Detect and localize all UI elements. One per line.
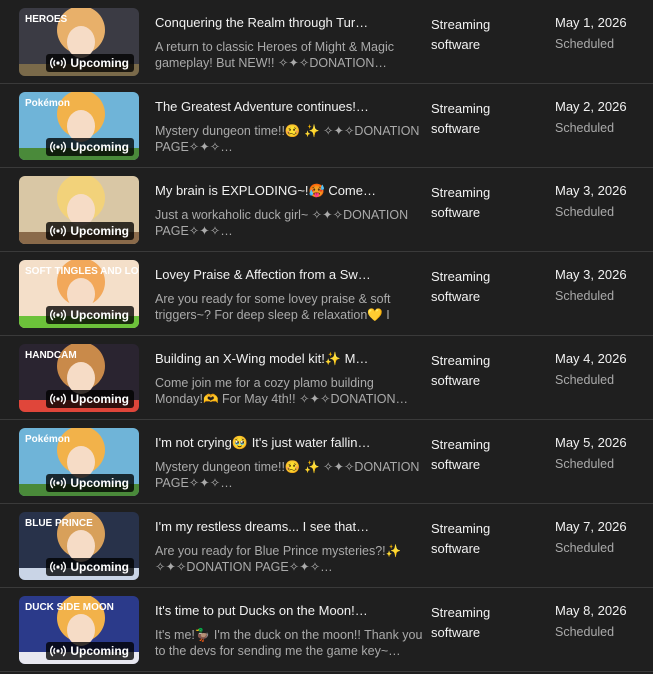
video-description: Mystery dungeon time!!🥴 ✨ ✧✦✧DONATION PA…: [155, 124, 420, 154]
scheduled-date: May 8, 2026: [555, 603, 627, 618]
schedule-status: Scheduled: [555, 373, 615, 387]
badge-label: Upcoming: [70, 644, 129, 658]
scheduled-date: May 3, 2026: [555, 183, 627, 198]
thumbnail-text: Pokémon: [25, 98, 70, 109]
schedule-status: Scheduled: [555, 205, 615, 219]
badge-label: Upcoming: [70, 560, 129, 574]
scheduled-date: May 2, 2026: [555, 99, 627, 114]
video-category: Streaming software: [431, 269, 491, 304]
schedule-status: Scheduled: [555, 457, 615, 471]
video-thumbnail[interactable]: SOFT TINGLES AND LOVEY PRAISE Upcoming: [19, 260, 139, 328]
upcoming-badge: Upcoming: [46, 474, 134, 492]
video-row[interactable]: BLUE PRINCE Upcoming I'm my restless dre…: [0, 504, 653, 588]
scheduled-date: May 7, 2026: [555, 519, 627, 534]
thumbnail-text: DUCK SIDE MOON: [25, 602, 114, 613]
video-description: Just a workaholic duck girl~ ✧✦✧DONATION…: [155, 208, 409, 238]
live-broadcast-icon: [50, 645, 67, 657]
video-row[interactable]: Upcoming My brain is EXPLODING~!🥵 Come… …: [0, 168, 653, 252]
thumbnail-text: Pokémon: [25, 434, 70, 445]
video-category: Streaming software: [431, 185, 491, 220]
live-broadcast-icon: [50, 57, 67, 69]
badge-label: Upcoming: [70, 476, 129, 490]
video-description: Are you ready for some lovey praise & so…: [155, 292, 391, 322]
scheduled-date: May 3, 2026: [555, 267, 627, 282]
video-title[interactable]: My brain is EXPLODING~!🥵 Come…: [155, 183, 405, 199]
scheduled-date: May 1, 2026: [555, 15, 627, 30]
badge-label: Upcoming: [70, 56, 129, 70]
video-description: Mystery dungeon time!!🥴 ✨ ✧✦✧DONATION PA…: [155, 460, 420, 490]
video-title[interactable]: It's time to put Ducks on the Moon!…: [155, 603, 405, 618]
scheduled-date: May 4, 2026: [555, 351, 627, 366]
schedule-status: Scheduled: [555, 541, 615, 555]
video-thumbnail[interactable]: BLUE PRINCE Upcoming: [19, 512, 139, 580]
upcoming-badge: Upcoming: [46, 138, 134, 156]
video-title[interactable]: Building an X-Wing model kit!✨ M…: [155, 351, 405, 367]
video-category: Streaming software: [431, 437, 491, 472]
video-row[interactable]: SOFT TINGLES AND LOVEY PRAISE Upcoming L…: [0, 252, 653, 336]
video-thumbnail[interactable]: Pokémon Upcoming: [19, 92, 139, 160]
video-row[interactable]: HEROES Upcoming Conquering the Realm thr…: [0, 0, 653, 84]
video-row[interactable]: HANDCAM Upcoming Building an X-Wing mode…: [0, 336, 653, 420]
video-thumbnail[interactable]: HANDCAM Upcoming: [19, 344, 139, 412]
schedule-status: Scheduled: [555, 625, 615, 639]
upcoming-badge: Upcoming: [46, 390, 134, 408]
thumbnail-text: HEROES: [25, 14, 68, 25]
thumbnail-text: HANDCAM: [25, 350, 77, 361]
badge-label: Upcoming: [70, 392, 129, 406]
video-category: Streaming software: [431, 353, 491, 388]
video-thumbnail[interactable]: HEROES Upcoming: [19, 8, 139, 76]
video-thumbnail[interactable]: Pokémon Upcoming: [19, 428, 139, 496]
video-category: Streaming software: [431, 521, 491, 556]
live-broadcast-icon: [50, 561, 67, 573]
video-title[interactable]: I'm not crying🥹 It's just water fallin…: [155, 435, 405, 451]
live-broadcast-icon: [50, 477, 67, 489]
upcoming-badge: Upcoming: [46, 222, 134, 240]
video-row[interactable]: Pokémon Upcoming I'm not crying🥹 It's ju…: [0, 420, 653, 504]
badge-label: Upcoming: [70, 140, 129, 154]
upcoming-badge: Upcoming: [46, 558, 134, 576]
video-title[interactable]: Conquering the Realm through Tur…: [155, 15, 405, 30]
video-thumbnail[interactable]: DUCK SIDE MOON Upcoming: [19, 596, 139, 664]
thumbnail-text: SOFT TINGLES AND LOVEY PRAISE: [25, 266, 139, 277]
video-description: Come join me for a cozy plamo building M…: [155, 376, 409, 406]
video-description: It's me!🦆 I'm the duck on the moon!! Tha…: [155, 628, 423, 658]
scheduled-date: May 5, 2026: [555, 435, 627, 450]
video-list: HEROES Upcoming Conquering the Realm thr…: [0, 0, 653, 674]
video-row[interactable]: DUCK SIDE MOON Upcoming It's time to put…: [0, 588, 653, 672]
badge-label: Upcoming: [70, 224, 129, 238]
video-category: Streaming software: [431, 605, 491, 640]
video-category: Streaming software: [431, 101, 491, 136]
live-broadcast-icon: [50, 141, 67, 153]
schedule-status: Scheduled: [555, 37, 615, 51]
video-title[interactable]: I'm my restless dreams... I see that…: [155, 519, 405, 534]
video-thumbnail[interactable]: Upcoming: [19, 176, 139, 244]
schedule-status: Scheduled: [555, 121, 615, 135]
live-broadcast-icon: [50, 225, 67, 237]
video-title[interactable]: Lovey Praise & Affection from a Sw…: [155, 267, 405, 282]
upcoming-badge: Upcoming: [46, 642, 134, 660]
video-description: Are you ready for Blue Prince mysteries?…: [155, 544, 402, 574]
video-title[interactable]: The Greatest Adventure continues!…: [155, 99, 405, 114]
video-description: A return to classic Heroes of Might & Ma…: [155, 40, 394, 70]
upcoming-badge: Upcoming: [46, 306, 134, 324]
video-row[interactable]: Pokémon Upcoming The Greatest Adventure …: [0, 84, 653, 168]
thumbnail-text: BLUE PRINCE: [25, 518, 93, 529]
upcoming-badge: Upcoming: [46, 54, 134, 72]
live-broadcast-icon: [50, 309, 67, 321]
live-broadcast-icon: [50, 393, 67, 405]
schedule-status: Scheduled: [555, 289, 615, 303]
badge-label: Upcoming: [70, 308, 129, 322]
video-category: Streaming software: [431, 17, 491, 52]
